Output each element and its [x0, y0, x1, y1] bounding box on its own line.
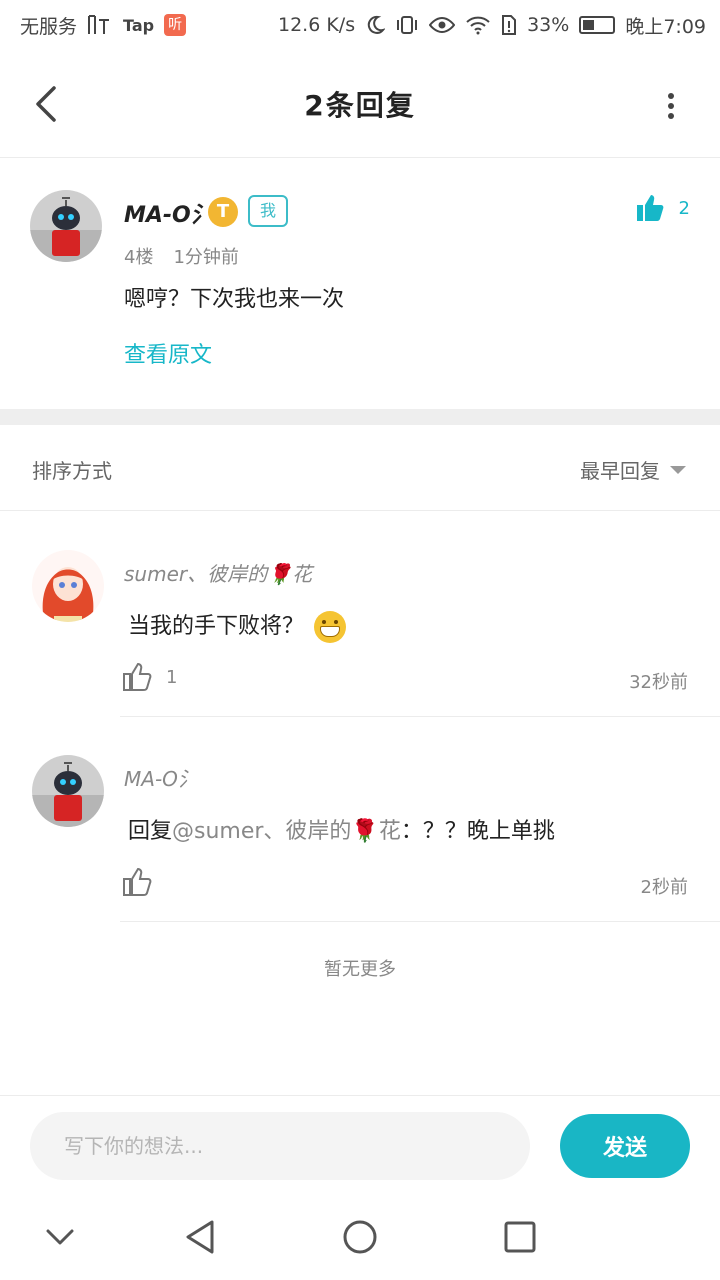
reply-text-content: ：？？晚上单挑 — [400, 819, 555, 844]
clock: 晚上7:09 — [625, 15, 706, 38]
hide-keyboard-button[interactable] — [40, 1217, 80, 1257]
reply-text: 回复@sumer、彼岸的🌹花：？？晚上单挑 — [128, 813, 555, 845]
no-more-label: 暂无更多 — [324, 959, 396, 980]
chevron-left-icon — [36, 86, 56, 122]
taptap-label: Tap — [123, 15, 155, 35]
sort-dropdown[interactable]: 最早回复 — [580, 455, 686, 484]
grin-emoji-icon — [314, 611, 347, 643]
system-nav-bar — [0, 1195, 720, 1280]
nav-home-button[interactable] — [340, 1217, 380, 1257]
eye-icon — [429, 16, 456, 34]
comment-time: 1分钟前 — [173, 247, 239, 268]
battery-icon — [579, 16, 616, 34]
thumbs-up-filled-icon — [636, 195, 663, 221]
like-button[interactable]: 2 — [635, 193, 690, 223]
divider — [120, 921, 720, 922]
mention-link[interactable]: @sumer、彼岸的🌹花 — [172, 819, 401, 844]
thumbs-up-icon — [123, 662, 152, 691]
main-comment: MA-O氵 T 我 2 4楼 1分钟前 嗯哼？下次我也来一次 查看原文 — [0, 159, 720, 409]
thumbs-up-icon — [123, 867, 152, 896]
status-left: 无服务 Tap 听 — [20, 12, 187, 39]
page-title: 2条回复 — [304, 88, 416, 122]
carrier-text: 无服务 — [20, 15, 78, 38]
circle-home-icon — [343, 1220, 377, 1254]
chevron-down-icon — [46, 1229, 74, 1245]
section-divider — [0, 409, 720, 425]
list-item: sumer、彼岸的🌹花 当我的手下败将？ 1 32秒前 — [0, 512, 720, 717]
comment-text: 嗯哼？下次我也来一次 — [124, 287, 345, 312]
moon-icon — [365, 15, 386, 35]
reply-time: 2秒前 — [640, 877, 688, 898]
avatar[interactable] — [32, 755, 104, 827]
list-item: MA-O氵 回复@sumer、彼岸的🌹花：？？晚上单挑 2秒前 — [0, 717, 720, 922]
sort-selected: 最早回复 — [580, 459, 660, 483]
comment-input-bar: 发送 — [0, 1095, 720, 1195]
wifi-icon — [465, 15, 491, 35]
me-tag: 我 — [248, 195, 288, 227]
sort-label: 排序方式 — [32, 459, 112, 483]
reply-prefix: 回复 — [128, 819, 173, 844]
listen-icon — [87, 14, 113, 36]
reply-author[interactable]: MA-O氵 — [124, 763, 198, 792]
avatar[interactable] — [32, 550, 104, 622]
vibrate-icon — [395, 15, 419, 35]
more-vertical-icon — [668, 93, 674, 119]
more-button[interactable] — [656, 88, 686, 124]
reply-text-content: 当我的手下败将？ — [128, 614, 305, 639]
comment-author[interactable]: MA-O氵 — [124, 197, 213, 229]
like-count: 2 — [678, 197, 690, 219]
square-recents-icon — [504, 1221, 536, 1253]
nav-recents-button[interactable] — [500, 1217, 540, 1257]
vip-badge-icon: T — [208, 197, 238, 227]
app-bar: 2条回复 — [0, 50, 720, 158]
avatar[interactable] — [30, 190, 102, 262]
status-bar: 无服务 Tap 听 12.6 K/s 33% 晚上7:09 — [0, 0, 720, 50]
back-button[interactable] — [28, 86, 64, 122]
sim-alert-icon — [501, 14, 517, 36]
app-badge-icon: 听 — [164, 14, 187, 36]
view-original-link[interactable]: 查看原文 — [124, 337, 212, 369]
reply-author[interactable]: sumer、彼岸的🌹花 — [124, 558, 312, 587]
reply-text: 当我的手下败将？ — [128, 608, 347, 643]
triangle-back-icon — [186, 1220, 214, 1254]
battery-percent: 33% — [527, 14, 570, 36]
nav-back-button[interactable] — [180, 1217, 220, 1257]
floor-label: 4楼 — [124, 247, 154, 268]
like-button[interactable]: 1 — [122, 662, 177, 692]
status-right: 12.6 K/s 33% 晚上7:09 — [278, 12, 706, 39]
sort-bar: 排序方式 最早回复 — [0, 425, 720, 511]
send-button[interactable]: 发送 — [560, 1114, 690, 1178]
comment-input[interactable] — [30, 1112, 530, 1180]
caret-down-icon — [670, 465, 686, 474]
like-count: 1 — [166, 666, 178, 688]
reply-time: 32秒前 — [629, 672, 688, 693]
comment-meta: 4楼 1分钟前 — [124, 243, 239, 269]
network-speed: 12.6 K/s — [277, 14, 356, 36]
like-button[interactable] — [122, 867, 166, 897]
